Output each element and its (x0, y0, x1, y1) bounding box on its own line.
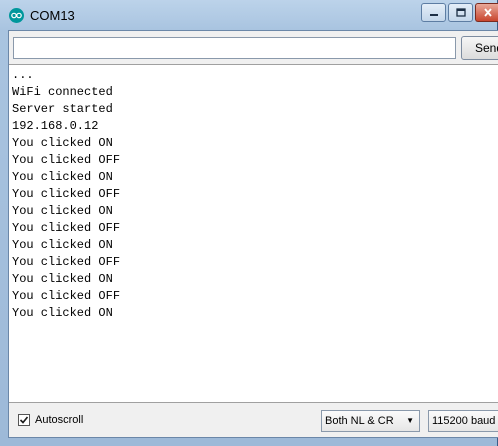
serial-output[interactable]: ... WiFi connected Server started 192.168.0… (9, 64, 498, 403)
output-line: 192.168.0.12 (12, 119, 99, 133)
line-ending-select[interactable]: Both NL & CR ▼ (321, 410, 420, 432)
output-line: You clicked OFF (12, 221, 121, 235)
output-line: You clicked OFF (12, 255, 121, 269)
output-line: You clicked ON (12, 170, 113, 184)
output-line: You clicked OFF (12, 187, 121, 201)
output-line: You clicked OFF (12, 289, 121, 303)
maximize-button[interactable] (448, 3, 473, 22)
line-ending-value: Both NL & CR (325, 415, 394, 427)
bottom-bar: Autoscroll Both NL & CR ▼ 115200 baud (9, 405, 498, 437)
baud-rate-value: 115200 baud (432, 415, 496, 427)
checkmark-icon (19, 416, 29, 424)
maximize-icon (455, 8, 466, 17)
chevron-down-icon: ▼ (406, 416, 414, 425)
serial-monitor-window: COM13 Send ... WiFi connected Server start… (0, 0, 498, 446)
close-icon (483, 8, 492, 17)
output-line: You clicked ON (12, 204, 113, 218)
output-line: You clicked ON (12, 238, 113, 252)
send-button[interactable]: Send (461, 36, 498, 60)
output-line: You clicked ON (12, 136, 113, 150)
output-line: You clicked OFF (12, 153, 121, 167)
arduino-logo-icon (9, 8, 24, 23)
title-bar[interactable]: COM13 (0, 0, 498, 30)
output-line: WiFi connected (12, 85, 113, 99)
close-button[interactable] (475, 3, 498, 22)
output-line: Server started (12, 102, 113, 116)
send-input[interactable] (13, 37, 456, 59)
autoscroll-checkbox[interactable] (18, 414, 30, 426)
baud-rate-select[interactable]: 115200 baud (428, 410, 498, 432)
serial-monitor-client: Send ... WiFi connected Server started 192.… (8, 30, 498, 438)
output-line: You clicked ON (12, 272, 113, 286)
output-line: You clicked ON (12, 306, 113, 320)
autoscroll-label: Autoscroll (35, 414, 84, 426)
output-line: ... (12, 68, 34, 82)
minimize-button[interactable] (421, 3, 446, 22)
window-title: COM13 (30, 8, 75, 23)
minimize-icon (429, 13, 438, 16)
